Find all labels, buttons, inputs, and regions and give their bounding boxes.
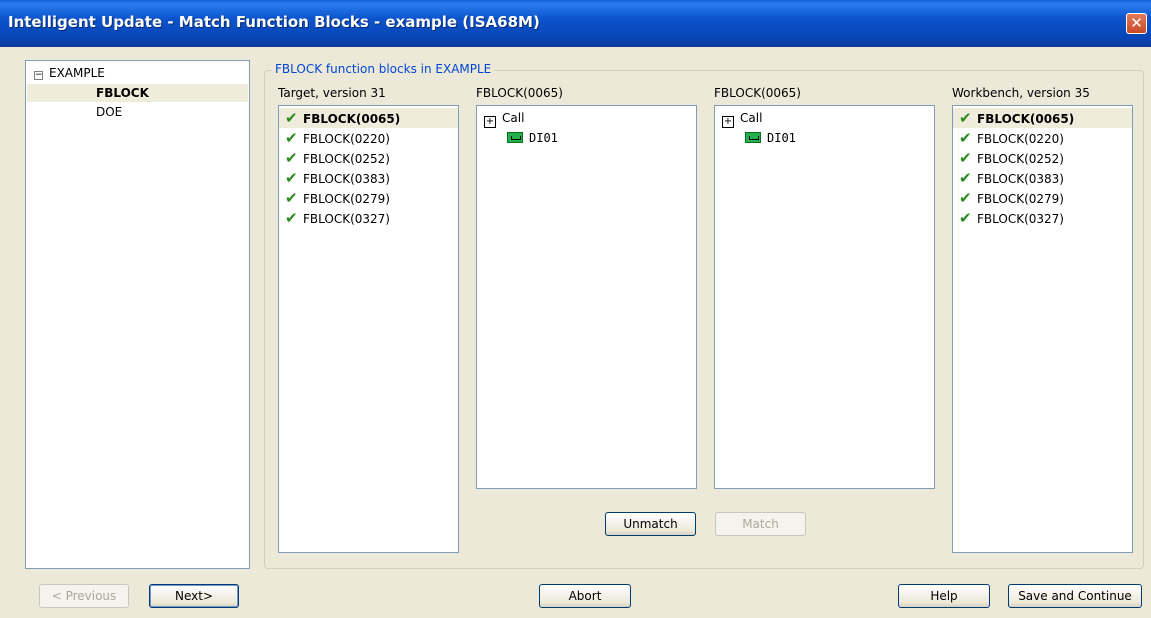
check-icon: ✔	[285, 189, 298, 207]
list-item[interactable]: ✔ FBLOCK(0220)	[953, 128, 1132, 148]
list-item-label: FBLOCK(0220)	[303, 132, 390, 146]
call-icon: +	[484, 116, 496, 128]
list-item-label: FBLOCK(0327)	[977, 212, 1064, 226]
abort-button[interactable]: Abort	[539, 584, 631, 608]
workbench-column-label: Workbench, version 35	[952, 86, 1090, 100]
list-item[interactable]: ✔ FBLOCK(0327)	[279, 208, 458, 228]
di-node[interactable]: DI01	[745, 128, 796, 148]
list-item[interactable]: ✔ FBLOCK(0279)	[279, 188, 458, 208]
group-title: FBLOCK function blocks in EXAMPLE	[272, 62, 495, 76]
tree-item-label: FBLOCK	[96, 86, 149, 100]
list-item-label: FBLOCK(0383)	[303, 172, 390, 186]
check-icon: ✔	[959, 109, 972, 127]
list-item-label: FBLOCK(0279)	[977, 192, 1064, 206]
list-item[interactable]: ✔ FBLOCK(0065)	[953, 108, 1132, 128]
di-node-label: DI01	[767, 131, 796, 145]
list-item-label: FBLOCK(0065)	[303, 112, 401, 126]
list-item[interactable]: ✔ FBLOCK(0252)	[279, 148, 458, 168]
tree-item-doe[interactable]: DOE	[96, 103, 122, 121]
list-item-label: FBLOCK(0065)	[977, 112, 1075, 126]
check-icon: ✔	[959, 189, 972, 207]
tree-item-example[interactable]: − EXAMPLE	[34, 64, 105, 82]
list-item[interactable]: ✔ FBLOCK(0383)	[953, 168, 1132, 188]
title-bar[interactable]: Intelligent Update - Match Function Bloc…	[0, 0, 1151, 47]
list-item-label: FBLOCK(0383)	[977, 172, 1064, 186]
list-item-label: FBLOCK(0252)	[303, 152, 390, 166]
digital-input-icon	[507, 132, 523, 143]
check-icon: ✔	[285, 209, 298, 227]
workbench-detail-label: FBLOCK(0065)	[714, 86, 801, 100]
list-item[interactable]: ✔ FBLOCK(0065)	[279, 108, 458, 128]
list-item-label: FBLOCK(0252)	[977, 152, 1064, 166]
call-node[interactable]: + Call	[722, 108, 762, 128]
check-icon: ✔	[959, 129, 972, 147]
tree-item-label: DOE	[96, 105, 123, 119]
check-icon: ✔	[285, 149, 298, 167]
list-item[interactable]: ✔ FBLOCK(0220)	[279, 128, 458, 148]
workbench-list[interactable]: ✔ FBLOCK(0065) ✔ FBLOCK(0220) ✔ FBLOCK(0252…	[952, 105, 1133, 553]
window-title: Intelligent Update - Match Function Bloc…	[8, 13, 540, 31]
list-item-label: FBLOCK(0327)	[303, 212, 390, 226]
digital-input-icon	[745, 132, 761, 143]
previous-button[interactable]: < Previous	[39, 584, 129, 608]
list-item[interactable]: ✔ FBLOCK(0383)	[279, 168, 458, 188]
save-and-continue-button[interactable]: Save and Continue	[1008, 584, 1142, 608]
list-item-label: FBLOCK(0220)	[977, 132, 1064, 146]
next-button[interactable]: Next>	[149, 584, 239, 608]
call-node-label: Call	[502, 111, 525, 125]
call-node[interactable]: + Call	[484, 108, 524, 128]
collapse-icon[interactable]: −	[34, 71, 43, 80]
target-detail-label: FBLOCK(0065)	[476, 86, 563, 100]
target-list[interactable]: ✔ FBLOCK(0065) ✔ FBLOCK(0220) ✔ FBLOCK(0252…	[278, 105, 459, 553]
unmatch-button[interactable]: Unmatch	[605, 512, 696, 536]
target-column-label: Target, version 31	[278, 86, 386, 100]
check-icon: ✔	[285, 109, 298, 127]
check-icon: ✔	[959, 169, 972, 187]
close-button[interactable]: ✕	[1126, 13, 1147, 34]
di-node[interactable]: DI01	[507, 128, 558, 148]
list-item[interactable]: ✔ FBLOCK(0252)	[953, 148, 1132, 168]
navigation-tree: − EXAMPLE FBLOCK DOE	[25, 60, 250, 569]
help-button[interactable]: Help	[898, 584, 990, 608]
check-icon: ✔	[959, 209, 972, 227]
call-node-label: Call	[740, 111, 763, 125]
check-icon: ✔	[959, 149, 972, 167]
list-item-label: FBLOCK(0279)	[303, 192, 390, 206]
target-detail-tree[interactable]: + Call DI01	[476, 105, 697, 489]
check-icon: ✔	[285, 169, 298, 187]
call-icon: +	[722, 116, 734, 128]
match-button[interactable]: Match	[715, 512, 806, 536]
tree-item-fblock[interactable]: FBLOCK	[27, 84, 248, 102]
dialog-window: Intelligent Update - Match Function Bloc…	[0, 0, 1151, 618]
di-node-label: DI01	[529, 131, 558, 145]
list-item[interactable]: ✔ FBLOCK(0327)	[953, 208, 1132, 228]
check-icon: ✔	[285, 129, 298, 147]
list-item[interactable]: ✔ FBLOCK(0279)	[953, 188, 1132, 208]
workbench-detail-tree[interactable]: + Call DI01	[714, 105, 935, 489]
tree-item-label: EXAMPLE	[49, 66, 105, 80]
